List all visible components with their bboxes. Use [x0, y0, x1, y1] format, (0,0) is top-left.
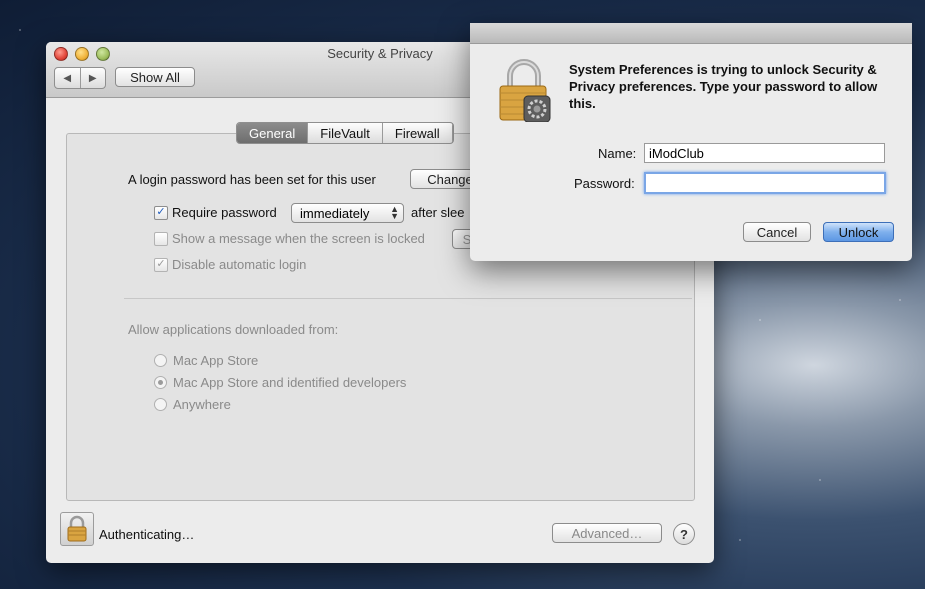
- radio-mac-app-store[interactable]: [154, 354, 167, 367]
- divider: [124, 298, 692, 299]
- show-all-button[interactable]: Show All: [115, 67, 195, 87]
- show-message-checkbox[interactable]: [154, 232, 168, 246]
- back-arrow-icon[interactable]: ◀: [55, 68, 81, 88]
- help-button[interactable]: ?: [673, 523, 695, 545]
- dialog-message: System Preferences is trying to unlock S…: [569, 62, 878, 111]
- radio-anywhere[interactable]: [154, 398, 167, 411]
- tab-firewall[interactable]: Firewall: [383, 123, 453, 143]
- chevron-updown-icon: ▲ ▼: [390, 204, 399, 221]
- radio-anywhere-label: Anywhere: [173, 397, 231, 412]
- password-label: Password:: [574, 176, 635, 191]
- password-set-label: A login password has been set for this u…: [128, 172, 376, 187]
- require-password-label: Require password: [172, 205, 277, 220]
- password-field[interactable]: [644, 172, 886, 194]
- name-label: Name:: [598, 146, 637, 161]
- require-password-select[interactable]: immediately ▲ ▼: [291, 203, 404, 223]
- tab-general[interactable]: General: [237, 123, 309, 143]
- dialog-title-bar: [470, 23, 912, 44]
- require-password-checkbox[interactable]: ✓: [154, 206, 168, 220]
- tab-bar: General FileVault Firewall: [236, 122, 454, 144]
- radio-identified-developers[interactable]: [154, 376, 167, 389]
- disable-auto-login-checkbox[interactable]: ✓: [154, 258, 168, 272]
- show-message-label: Show a message when the screen is locked: [172, 231, 425, 246]
- lock-button[interactable]: [60, 512, 94, 546]
- nav-segment: ◀ ▶: [54, 67, 106, 89]
- cancel-button[interactable]: Cancel: [743, 222, 811, 242]
- lock-with-gear-icon: [499, 59, 551, 122]
- forward-arrow-icon[interactable]: ▶: [81, 68, 106, 88]
- radio-mac-app-store-label: Mac App Store: [173, 353, 259, 368]
- name-field[interactable]: iModClub: [644, 143, 885, 163]
- tab-filevault[interactable]: FileVault: [308, 123, 383, 143]
- unlock-button[interactable]: Unlock: [823, 222, 894, 242]
- disable-auto-login-label: Disable automatic login: [172, 257, 307, 272]
- radio-identified-developers-label: Mac App Store and identified developers: [173, 375, 407, 390]
- advanced-button[interactable]: Advanced…: [552, 523, 662, 543]
- authentication-dialog: System Preferences is trying to unlock S…: [470, 23, 912, 261]
- allow-apps-heading: Allow applications downloaded from:: [128, 322, 339, 337]
- lock-icon: [67, 515, 87, 542]
- authenticating-status: Authenticating…: [99, 527, 195, 542]
- require-password-select-value: immediately: [300, 205, 370, 221]
- after-sleep-label: after slee: [411, 205, 465, 220]
